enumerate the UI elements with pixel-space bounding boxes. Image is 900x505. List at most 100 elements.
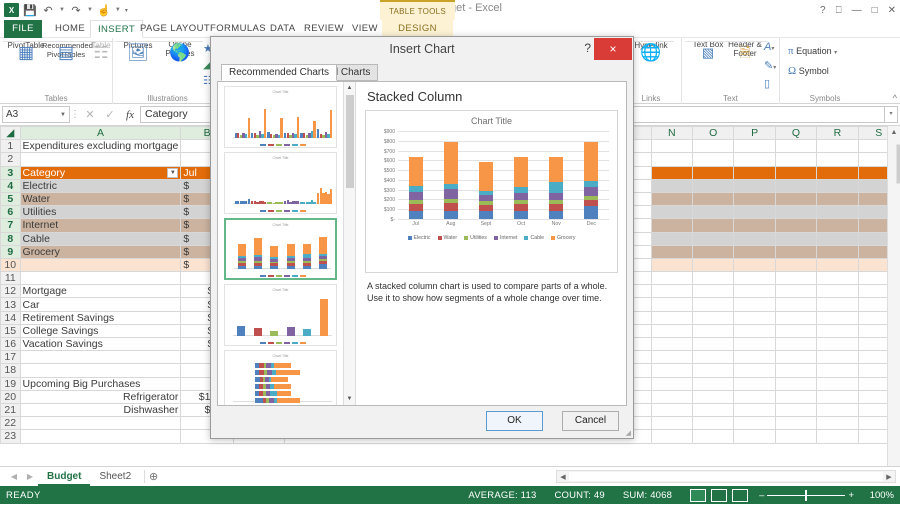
cell-empty[interactable] <box>734 338 775 351</box>
cell-empty[interactable] <box>734 430 775 443</box>
cell-empty[interactable] <box>692 258 733 271</box>
cell-empty[interactable] <box>817 179 858 192</box>
cell-a[interactable]: Category▼ <box>20 166 181 179</box>
cell-empty[interactable] <box>651 153 692 166</box>
page-break-view-icon[interactable] <box>732 489 748 502</box>
cell-empty[interactable] <box>692 417 733 430</box>
zoom-thumb[interactable] <box>805 490 807 501</box>
cell-empty[interactable] <box>651 351 692 364</box>
cell-a[interactable]: Cable <box>20 232 181 245</box>
cell-a[interactable]: Mortgage <box>20 285 181 298</box>
cell-empty[interactable] <box>692 192 733 205</box>
cell-empty[interactable] <box>775 298 816 311</box>
help-icon[interactable]: ? <box>820 5 826 16</box>
cell-empty[interactable] <box>817 338 858 351</box>
row-header[interactable]: 12 <box>1 285 21 298</box>
dialog-help-icon[interactable]: ? <box>584 41 591 55</box>
cell-empty[interactable] <box>817 285 858 298</box>
cell-empty[interactable] <box>734 153 775 166</box>
cell-a[interactable] <box>20 430 181 443</box>
minimize-icon[interactable]: — <box>852 5 862 16</box>
cell-empty[interactable] <box>692 298 733 311</box>
cell-empty[interactable] <box>775 377 816 390</box>
row-header[interactable]: 15 <box>1 324 21 337</box>
row-header[interactable]: 18 <box>1 364 21 377</box>
cell-empty[interactable] <box>651 232 692 245</box>
horizontal-scrollbar[interactable]: ◀ ▶ <box>556 470 896 483</box>
cell-empty[interactable] <box>775 232 816 245</box>
cell-a[interactable]: Grocery <box>20 245 181 258</box>
tab-recommended-charts[interactable]: Recommended Charts <box>221 64 337 81</box>
chart-thumbnail[interactable]: Chart Title <box>224 284 337 346</box>
cell-a[interactable]: Vacation Savings <box>20 338 181 351</box>
row-header[interactable]: 16 <box>1 338 21 351</box>
row-header[interactable]: 14 <box>1 311 21 324</box>
select-all-corner[interactable]: ◢ <box>1 127 21 140</box>
close-icon[interactable]: ✕ <box>888 5 896 16</box>
column-header-o[interactable]: O <box>692 127 733 140</box>
cell-empty[interactable] <box>651 272 692 285</box>
hyperlink-button[interactable]: 🌐 Hyperlink <box>628 41 674 50</box>
chart-thumbnail[interactable]: Chart Title <box>224 152 337 214</box>
cell-empty[interactable] <box>651 179 692 192</box>
cell-a[interactable] <box>20 272 181 285</box>
row-header[interactable]: 13 <box>1 298 21 311</box>
cell-empty[interactable] <box>775 179 816 192</box>
page-layout-view-icon[interactable] <box>711 489 727 502</box>
cell-a[interactable] <box>20 258 181 271</box>
cell-empty[interactable] <box>651 377 692 390</box>
cell-empty[interactable] <box>817 140 858 153</box>
wordart-button[interactable]: A▾ <box>764 41 774 53</box>
cell-empty[interactable] <box>775 219 816 232</box>
cell-empty[interactable] <box>817 417 858 430</box>
cell-empty[interactable] <box>651 364 692 377</box>
sheet-tab-sheet2[interactable]: Sheet2 <box>90 467 140 486</box>
cell-empty[interactable] <box>817 324 858 337</box>
dialog-close-icon[interactable]: × <box>594 38 632 60</box>
cell-empty[interactable] <box>734 311 775 324</box>
cell-a[interactable] <box>20 417 181 430</box>
pictures-button[interactable]: 🖼 Pictures <box>115 41 161 50</box>
cell-empty[interactable] <box>734 258 775 271</box>
row-header[interactable]: 3 <box>1 166 21 179</box>
collapse-ribbon-icon[interactable]: ^ <box>893 93 897 103</box>
cell-empty[interactable] <box>817 258 858 271</box>
enter-icon[interactable]: ✓ <box>100 108 120 121</box>
cell-empty[interactable] <box>817 153 858 166</box>
row-header[interactable]: 17 <box>1 351 21 364</box>
cell-empty[interactable] <box>817 192 858 205</box>
row-header[interactable]: 9 <box>1 245 21 258</box>
cell-empty[interactable] <box>651 140 692 153</box>
row-header[interactable]: 7 <box>1 219 21 232</box>
cell-empty[interactable] <box>734 140 775 153</box>
sheet-tab-budget[interactable]: Budget <box>38 467 90 486</box>
cell-empty[interactable] <box>775 153 816 166</box>
cell-a[interactable]: Water <box>20 192 181 205</box>
cell-empty[interactable] <box>775 390 816 403</box>
object-button[interactable]: ▯ <box>764 77 770 90</box>
cell-a[interactable]: College Savings <box>20 324 181 337</box>
zoom-out-icon[interactable]: – <box>759 490 764 501</box>
cell-empty[interactable] <box>651 192 692 205</box>
chart-thumbnail[interactable]: Chart Title <box>224 218 337 280</box>
row-header[interactable]: 20 <box>1 390 21 403</box>
cell-empty[interactable] <box>734 298 775 311</box>
cell-a[interactable]: Dishwasher <box>20 403 181 416</box>
cell-empty[interactable] <box>817 364 858 377</box>
cell-empty[interactable] <box>775 311 816 324</box>
cell-empty[interactable] <box>775 364 816 377</box>
chart-thumbnail[interactable]: Chart Title <box>224 350 337 405</box>
name-box[interactable]: A3 ▼ <box>2 106 70 123</box>
row-header[interactable]: 10 <box>1 258 21 271</box>
add-sheet-icon[interactable]: ⊕ <box>144 470 162 483</box>
signature-line-button[interactable]: ✎▾ <box>764 59 776 72</box>
cell-empty[interactable] <box>775 285 816 298</box>
cell-empty[interactable] <box>734 351 775 364</box>
cell-empty[interactable] <box>734 324 775 337</box>
cell-empty[interactable] <box>734 403 775 416</box>
cell-empty[interactable] <box>692 232 733 245</box>
cell-a[interactable]: Upcoming Big Purchases <box>20 377 181 390</box>
next-sheet-icon[interactable]: ▶ <box>22 472 38 481</box>
vertical-scroll-thumb[interactable] <box>896 144 900 184</box>
cell-empty[interactable] <box>817 311 858 324</box>
